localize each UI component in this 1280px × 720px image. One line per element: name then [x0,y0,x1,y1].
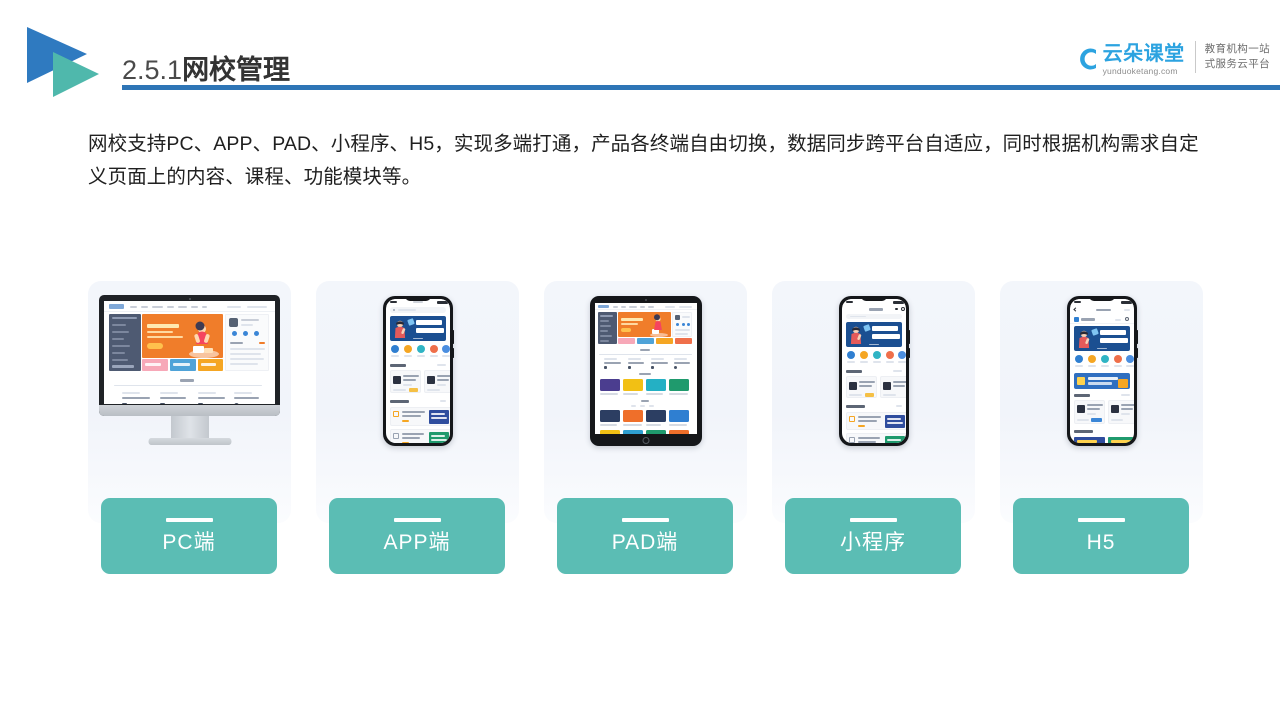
miniprogram-search-bar[interactable] [845,314,902,319]
cloud-icon [1075,43,1101,73]
platform-label: PC端 [162,530,216,554]
miniprogram-hero-banner [845,322,902,347]
platform-label: H5 [1086,530,1116,554]
platform-label: APP端 [383,530,451,554]
pc-promo-strip-2 [170,359,196,371]
platform-pill-pad[interactable]: PAD端 [557,498,733,574]
double-arrow-logo-icon [27,27,119,105]
platform-card-pc[interactable]: PC端 [88,281,291,574]
device-mockup-phone-h5 [1000,281,1203,461]
app-screen-content [385,299,450,443]
platform-label: 小程序 [840,530,906,554]
platform-card-app[interactable]: APP端 [316,281,519,574]
pill-accent-bar [1077,517,1125,522]
pill-accent-bar [393,517,441,522]
page-title-number: 2.5.1 [122,55,183,85]
device-mockup-phone-app [316,281,519,461]
h5-screen-content [1069,299,1134,443]
pill-accent-bar [165,517,213,522]
platform-pill-miniprogram[interactable]: 小程序 [785,498,961,574]
pill-accent-bar [621,517,669,522]
brand-words: 云朵课堂 yunduoketang.com [1103,44,1185,77]
device-mockup-imac [88,281,291,461]
slide-root: 2.5.1网校管理 云朵课堂 yunduoketang.com 教育机构一站 式… [0,0,1280,720]
phone-notch [860,296,887,301]
pc-promo-strip-3 [198,359,223,371]
pc-sidebar [109,314,141,371]
device-mockup-phone-miniprogram [772,281,975,461]
brand-tagline: 教育机构一站 式服务云平台 [1205,42,1270,72]
app-hero-banner [389,316,446,341]
brand-tagline-line1: 教育机构一站 [1204,43,1270,55]
device-mockup-ipad [544,281,747,461]
ipad-home-button[interactable] [642,436,649,444]
miniprogram-screen-content [841,299,906,443]
pc-promo-strip-1 [142,359,168,371]
imac-screen-content [104,301,275,404]
platform-pill-h5[interactable]: H5 [1013,498,1189,574]
brand-divider [1194,41,1196,73]
brand-logo: 云朵课堂 yunduoketang.com [1075,37,1185,77]
pad-screen-content [594,303,697,434]
pill-accent-bar [849,517,897,522]
ipad-camera-icon [644,299,647,301]
brand-domain: yunduoketang.com [1102,66,1178,76]
platform-card-pad[interactable]: PAD端 [544,281,747,574]
page-title-text: 网校管理 [182,55,291,85]
imac-base [148,438,231,445]
platform-card-row: PC端 APP端 PAD端 小程序 H5 [88,281,1203,577]
slide-header: 2.5.1网校管理 云朵课堂 yunduoketang.com 教育机构一站 式… [0,0,1280,100]
phone-notch [1088,296,1115,301]
pc-hero-banner [142,314,223,358]
imac-camera-icon [188,297,191,300]
brand-tagline-line2: 式服务云平台 [1204,58,1270,70]
platform-label: PAD端 [611,530,679,554]
h5-hero-banner [1073,326,1130,351]
page-title: 2.5.1网校管理 [122,48,290,87]
phone-notch [404,296,431,301]
platform-card-h5[interactable]: H5 [1000,281,1203,574]
brand-name: 云朵课堂 [1102,43,1185,65]
pc-right-panel [225,314,269,371]
app-search-bar[interactable] [389,307,446,313]
pc-site-logo-icon [109,304,124,309]
platform-pill-app[interactable]: APP端 [329,498,505,574]
title-underline-rule [122,85,1280,90]
platform-pill-pc[interactable]: PC端 [101,498,277,574]
body-paragraph: 网校支持PC、APP、PAD、小程序、H5，实现多端打通，产品各终端自由切换，数… [88,133,1199,188]
brand-lockup: 云朵课堂 yunduoketang.com 教育机构一站 式服务云平台 [1075,36,1270,78]
platform-card-miniprogram[interactable]: 小程序 [772,281,975,574]
imac-stand [170,416,209,438]
